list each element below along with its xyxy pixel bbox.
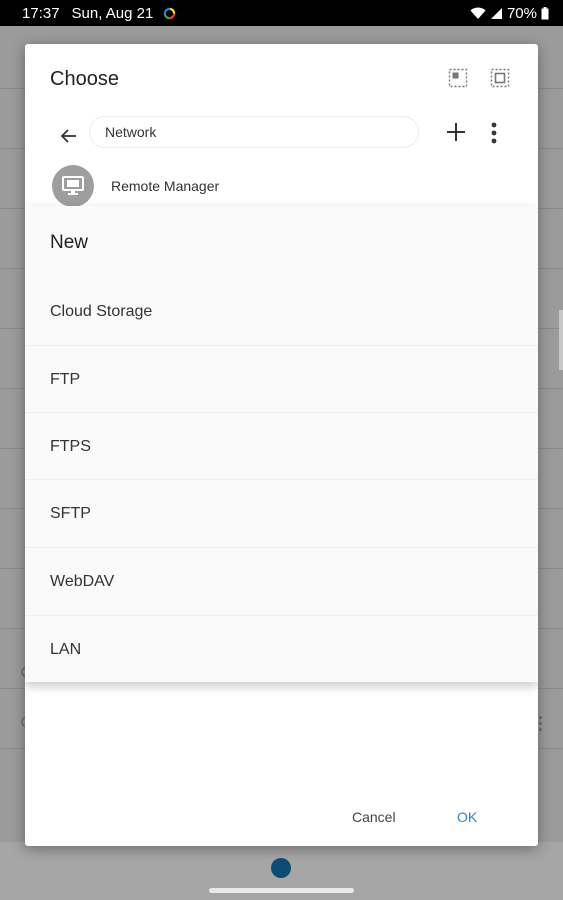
- menu-item-sftp[interactable]: SFTP: [25, 479, 538, 546]
- menu-item-lan[interactable]: LAN: [25, 615, 538, 682]
- more-vert-icon[interactable]: [487, 120, 501, 146]
- menu-item-ftp[interactable]: FTP: [25, 345, 538, 412]
- status-date: Sun, Aug 21: [71, 4, 154, 22]
- ok-button[interactable]: OK: [457, 809, 477, 825]
- status-time: 17:37: [22, 4, 60, 22]
- add-icon[interactable]: [444, 120, 468, 144]
- signal-icon: [490, 7, 502, 19]
- choose-dialog: Choose Network Remote Manager New Cloud …: [25, 44, 538, 846]
- menu-item-cloud-storage[interactable]: Cloud Storage: [25, 278, 538, 345]
- dialog-footer: Cancel OK: [25, 794, 538, 846]
- background-more-icon: [539, 716, 543, 734]
- new-connection-menu: New Cloud Storage FTP FTPS SFTP WebDAV L…: [25, 206, 538, 682]
- scroll-handle: [559, 310, 563, 370]
- select-partial-icon[interactable]: [448, 68, 468, 88]
- gesture-home-bar: [209, 888, 354, 893]
- battery-icon: [541, 6, 549, 19]
- cancel-button[interactable]: Cancel: [352, 809, 396, 825]
- shortcut-label: Remote Manager: [111, 178, 220, 194]
- path-bar: Network: [25, 116, 538, 158]
- select-all-icon[interactable]: [490, 68, 510, 88]
- remote-monitor-icon: [52, 165, 94, 207]
- home-fab-icon: [271, 858, 291, 878]
- remote-manager-shortcut[interactable]: Remote Manager: [52, 164, 219, 208]
- menu-item-ftps[interactable]: FTPS: [25, 412, 538, 479]
- path-field[interactable]: Network: [89, 116, 419, 148]
- back-arrow-icon[interactable]: [57, 124, 81, 148]
- menu-heading: New: [50, 232, 89, 253]
- wifi-icon: [470, 7, 486, 19]
- menu-item-webdav[interactable]: WebDAV: [25, 547, 538, 614]
- sync-ring-icon: [164, 7, 176, 19]
- battery-level: 70%: [506, 4, 537, 22]
- dialog-title: Choose: [50, 68, 119, 90]
- status-bar: 17:37 Sun, Aug 21 70%: [0, 0, 563, 26]
